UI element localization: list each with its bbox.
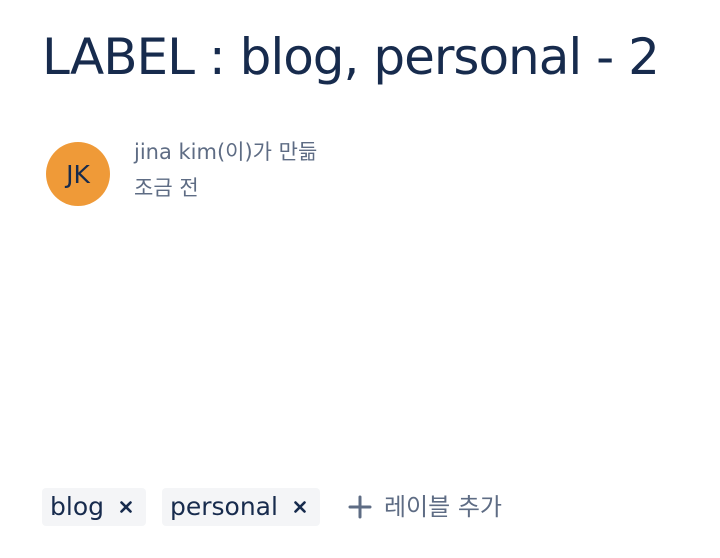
byline-text: jina kim(이)가 만듦 조금 전 <box>134 134 317 206</box>
add-label-button[interactable]: 레이블 추가 <box>348 488 502 526</box>
close-icon[interactable] <box>118 499 134 515</box>
created-by[interactable]: jina kim(이)가 만듦 <box>134 134 317 170</box>
labels-bar: blog personal 레이블 추가 <box>42 488 502 526</box>
avatar[interactable]: JK <box>46 142 110 206</box>
label-chip-blog[interactable]: blog <box>42 488 146 526</box>
add-label-text: 레이블 추가 <box>383 493 502 521</box>
timestamp[interactable]: 조금 전 <box>134 170 317 206</box>
label-chip-personal[interactable]: personal <box>161 488 320 526</box>
close-icon[interactable] <box>292 499 308 515</box>
byline: JK jina kim(이)가 만듦 조금 전 <box>46 134 317 206</box>
page: LABEL : blog, personal - 2 JK jina kim(이… <box>0 0 720 558</box>
label-text[interactable]: blog <box>50 488 104 526</box>
plus-icon <box>348 495 372 519</box>
label-text[interactable]: personal <box>170 488 278 526</box>
page-title: LABEL : blog, personal - 2 <box>42 28 660 86</box>
